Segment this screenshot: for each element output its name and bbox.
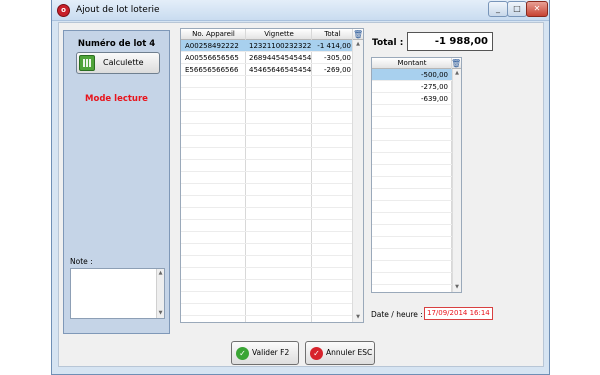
total-label: Total :: [372, 38, 404, 48]
amounts-table-scrollbar[interactable]: ▲ ▼: [452, 69, 461, 292]
scroll-up-icon[interactable]: ▲: [353, 41, 363, 48]
scroll-down-icon[interactable]: ▼: [157, 310, 164, 317]
cancel-button-label: Annuler ESC: [326, 348, 373, 357]
lot-info-panel: Numéro de lot 4 Calculette Mode lecture …: [63, 30, 170, 334]
cancel-icon: ✓: [310, 347, 323, 360]
table-row[interactable]: A00556656565 26894454545454 -305,00: [181, 52, 353, 64]
dialog-window: o Ajout de lot loterie _ □ ✕ Numéro de l…: [51, 0, 550, 375]
devices-table-scrollbar[interactable]: ▲ ▼: [352, 40, 363, 322]
list-item[interactable]: -500,00: [372, 69, 452, 81]
trash-icon[interactable]: 🗑: [451, 58, 461, 69]
dialog-client-area: Numéro de lot 4 Calculette Mode lecture …: [58, 22, 544, 367]
list-item[interactable]: -275,00: [372, 81, 452, 93]
total-value: -1 988,00: [407, 32, 493, 51]
column-header-total[interactable]: Total: [312, 29, 353, 40]
mode-status: Mode lecture: [85, 94, 148, 104]
validate-button[interactable]: ✓ Valider F2: [231, 341, 299, 365]
devices-table[interactable]: No. Appareil Vignette Total 🗑 A002584922…: [180, 28, 364, 323]
cancel-button[interactable]: ✓ Annuler ESC: [305, 341, 375, 365]
lot-number-title: Numéro de lot 4: [77, 39, 156, 49]
checkmark-icon: ✓: [236, 347, 249, 360]
column-header-vignette[interactable]: Vignette: [246, 29, 312, 40]
note-textarea[interactable]: ▲ ▼: [70, 268, 165, 319]
scroll-up-icon[interactable]: ▲: [453, 70, 461, 77]
validate-button-label: Valider F2: [252, 348, 290, 357]
column-header-appareil[interactable]: No. Appareil: [181, 29, 246, 40]
scroll-up-icon[interactable]: ▲: [157, 270, 164, 277]
calculator-button-label: Calculette: [103, 58, 144, 67]
date-field[interactable]: 17/09/2014 16:14: [424, 307, 493, 320]
calculator-button[interactable]: Calculette: [76, 52, 160, 74]
note-scrollbar[interactable]: ▲ ▼: [156, 269, 164, 318]
maximize-button[interactable]: □: [507, 1, 527, 17]
table-row[interactable]: A00258492222 12321100232322 -1 414,00: [181, 40, 353, 52]
app-icon[interactable]: o: [57, 4, 70, 17]
window-title: Ajout de lot loterie: [76, 5, 160, 15]
list-item[interactable]: -639,00: [372, 93, 452, 105]
title-bar[interactable]: o Ajout de lot loterie _ □ ✕: [52, 0, 549, 21]
scroll-down-icon[interactable]: ▼: [453, 284, 461, 291]
calculator-icon: [79, 55, 95, 71]
date-label: Date / heure :: [371, 310, 423, 319]
scroll-down-icon[interactable]: ▼: [353, 314, 363, 321]
close-button[interactable]: ✕: [526, 1, 548, 17]
column-header-montant[interactable]: Montant: [372, 58, 452, 69]
note-label: Note :: [70, 257, 93, 266]
trash-icon[interactable]: 🗑: [353, 29, 363, 40]
table-row[interactable]: E56656566566 45465646545454 -269,00: [181, 64, 353, 76]
amounts-table[interactable]: Montant 🗑 -500,00 -275,00 -639,00 ▲ ▼: [371, 57, 462, 293]
minimize-button[interactable]: _: [488, 1, 508, 17]
